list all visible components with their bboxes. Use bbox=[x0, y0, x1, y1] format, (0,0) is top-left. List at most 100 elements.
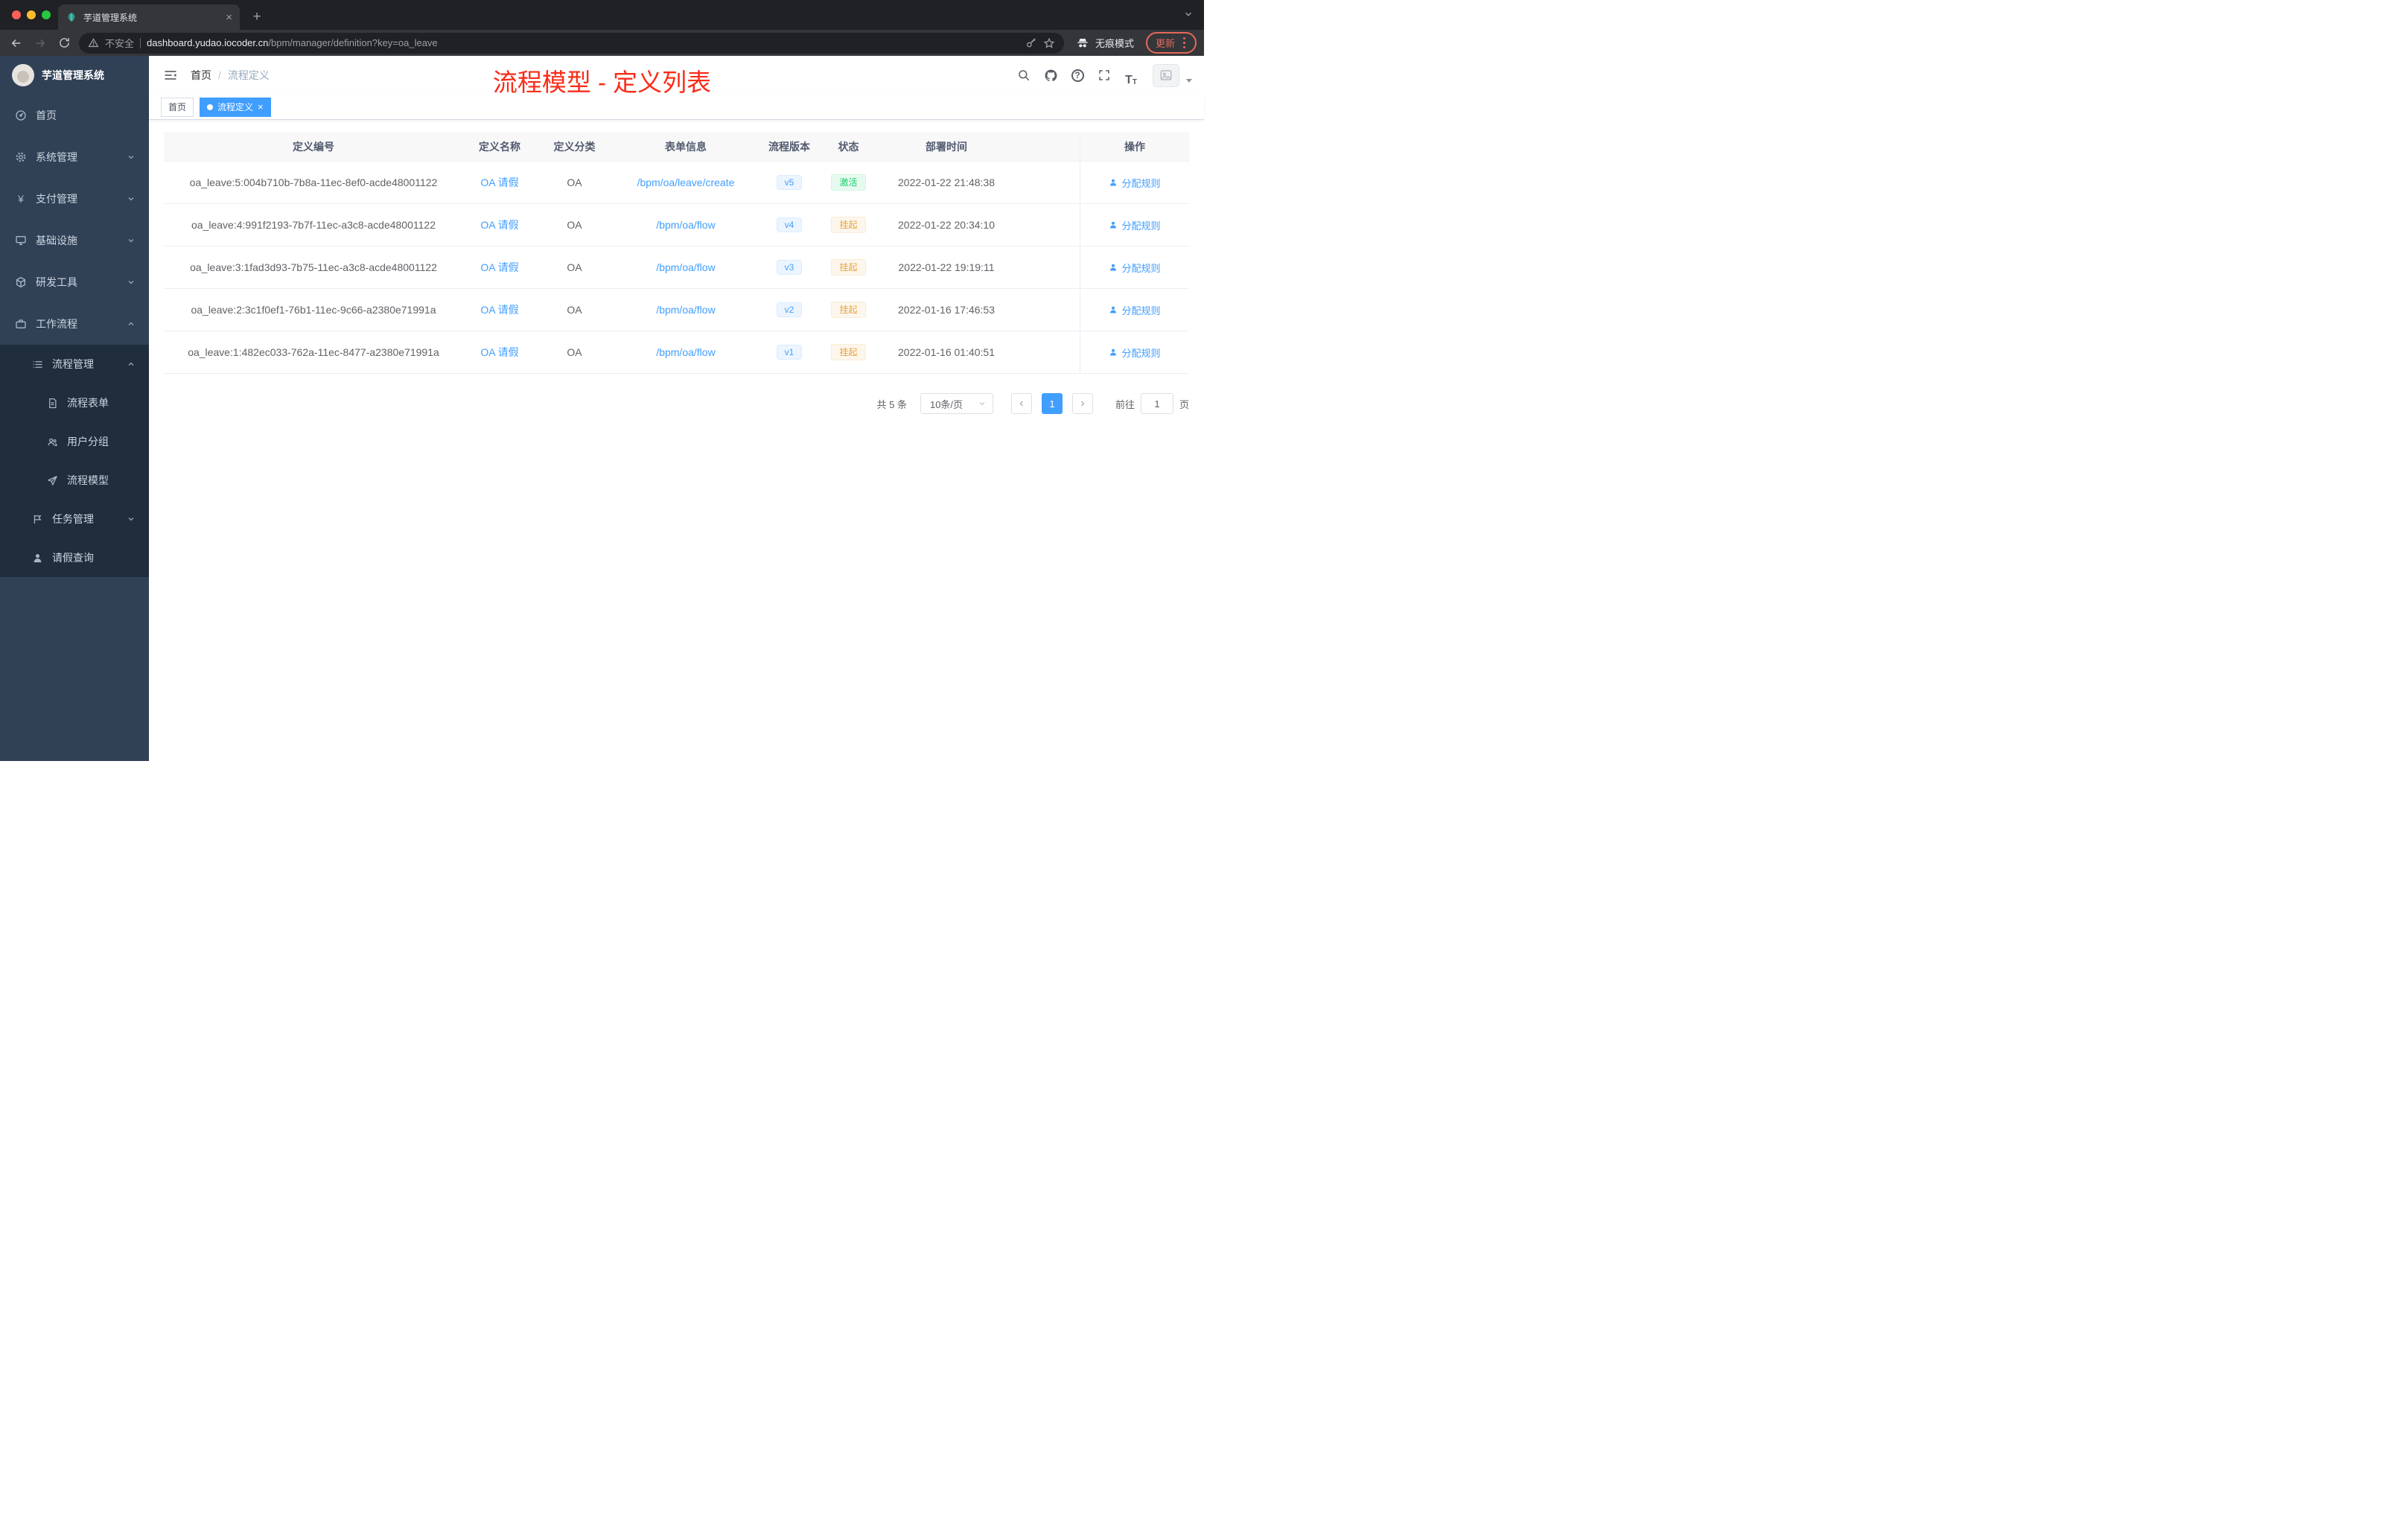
github-icon[interactable] bbox=[1039, 64, 1062, 86]
form-link[interactable]: /bpm/oa/flow bbox=[656, 261, 715, 273]
form-link[interactable]: /bpm/oa/leave/create bbox=[637, 176, 735, 188]
page-number-button[interactable]: 1 bbox=[1041, 393, 1063, 414]
column-header: 流程版本 bbox=[768, 140, 810, 153]
sidebar-item-label: 支付管理 bbox=[36, 193, 77, 205]
assign-rule-link[interactable]: 分配规则 bbox=[1109, 218, 1161, 232]
version-badge: v3 bbox=[776, 260, 803, 275]
reload-icon[interactable] bbox=[55, 34, 73, 52]
search-icon[interactable] bbox=[1013, 64, 1035, 86]
monitor-icon bbox=[15, 235, 27, 246]
chevron-down-icon bbox=[127, 153, 136, 162]
browser-address-bar: 不安全 dashboard.yudao.iocoder.cn/bpm/manag… bbox=[0, 30, 1204, 56]
sidebar-item-label: 流程表单 bbox=[67, 397, 109, 409]
active-dot bbox=[207, 104, 214, 110]
flag-icon bbox=[31, 513, 43, 525]
chevron-down-icon bbox=[978, 399, 987, 408]
password-key-icon[interactable] bbox=[1025, 37, 1037, 49]
yen-icon: ¥ bbox=[18, 193, 24, 205]
sidebar-item-process-management[interactable]: 流程管理 bbox=[0, 345, 149, 383]
prev-page-button[interactable] bbox=[1010, 393, 1032, 414]
content-area: 定义编号 定义名称 定义分类 表单信息 流程版本 状态 部署时间 操作 oa_l… bbox=[149, 120, 1204, 761]
definition-category: OA bbox=[567, 261, 582, 273]
breadcrumb-separator: / bbox=[218, 69, 221, 81]
help-icon[interactable]: ? bbox=[1066, 64, 1089, 86]
sidebar-item-user-group[interactable]: 用户分组 bbox=[0, 422, 149, 461]
next-page-button[interactable] bbox=[1071, 393, 1093, 414]
workflow-submenu: 流程管理 流程表单 用户分组 流程模型 任务管理 请假查询 bbox=[0, 345, 149, 577]
column-header: 状态 bbox=[838, 140, 859, 153]
fullscreen-icon[interactable] bbox=[1093, 64, 1115, 86]
new-tab-button[interactable]: + bbox=[247, 7, 267, 27]
sidebar-item-devtools[interactable]: 研发工具 bbox=[0, 261, 149, 303]
bookmark-star-icon[interactable] bbox=[1043, 37, 1055, 49]
gear-icon bbox=[15, 151, 27, 163]
form-link[interactable]: /bpm/oa/flow bbox=[656, 304, 715, 316]
deploy-time: 2022-01-22 20:34:10 bbox=[898, 219, 995, 231]
definition-category: OA bbox=[567, 346, 582, 358]
main-area: 首页 / 流程定义 ? TT 首页 流程定义 × 定义编号 定义名称 定义分类 … bbox=[149, 56, 1204, 761]
sidebar-item-label: 研发工具 bbox=[36, 276, 77, 288]
goto-label: 前往 bbox=[1115, 398, 1135, 410]
tag-home[interactable]: 首页 bbox=[161, 97, 194, 117]
chrome-update-button[interactable]: 更新 bbox=[1145, 32, 1197, 54]
sidebar-menu: 首页 系统管理 ¥ 支付管理 基础设施 研发工具 工作流程 流程管理 流程表单 … bbox=[0, 95, 149, 577]
definition-name-link[interactable]: OA 请假 bbox=[480, 302, 518, 317]
assign-rule-link[interactable]: 分配规则 bbox=[1109, 176, 1161, 190]
sidebar-item-process-model[interactable]: 流程模型 bbox=[0, 461, 149, 500]
sidebar-item-label: 请假查询 bbox=[52, 552, 94, 564]
sidebar-item-task-management[interactable]: 任务管理 bbox=[0, 500, 149, 538]
assign-rule-link[interactable]: 分配规则 bbox=[1109, 261, 1161, 275]
form-link[interactable]: /bpm/oa/flow bbox=[656, 346, 715, 358]
status-badge: 挂起 bbox=[831, 302, 866, 318]
definition-name-link[interactable]: OA 请假 bbox=[480, 217, 518, 232]
pagination: 共 5 条 10条/页 1 前往 1 页 bbox=[164, 393, 1189, 414]
sidebar-toggle-icon[interactable] bbox=[161, 66, 180, 85]
zoom-window-button[interactable] bbox=[42, 10, 51, 19]
tag-process-definition[interactable]: 流程定义 × bbox=[200, 97, 271, 117]
definition-name-link[interactable]: OA 请假 bbox=[480, 175, 518, 190]
list-icon bbox=[31, 358, 43, 370]
assign-rule-link[interactable]: 分配规则 bbox=[1109, 346, 1161, 360]
page-goto-input[interactable] bbox=[1140, 393, 1173, 414]
back-icon[interactable] bbox=[7, 34, 25, 52]
tab-title: 芋道管理系统 bbox=[83, 12, 138, 23]
assign-rule-link[interactable]: 分配规则 bbox=[1109, 303, 1161, 317]
definition-name-link[interactable]: OA 请假 bbox=[480, 345, 518, 360]
logo-avatar-image bbox=[12, 64, 34, 86]
sidebar-item-home[interactable]: 首页 bbox=[0, 95, 149, 136]
tab-search-icon[interactable] bbox=[1183, 9, 1194, 19]
briefcase-icon bbox=[15, 318, 27, 330]
forward-icon[interactable] bbox=[31, 34, 49, 52]
column-header: 定义名称 bbox=[479, 140, 520, 153]
url-path: /bpm/manager/definition?key=oa_leave bbox=[268, 37, 438, 48]
sidebar-item-infrastructure[interactable]: 基础设施 bbox=[0, 220, 149, 261]
breadcrumb-home[interactable]: 首页 bbox=[191, 68, 211, 83]
page-size-select[interactable]: 10条/页 bbox=[920, 393, 993, 414]
toolbox-icon bbox=[15, 276, 27, 288]
url-omnibox[interactable]: 不安全 dashboard.yudao.iocoder.cn/bpm/manag… bbox=[79, 32, 1064, 54]
avatar-caret-icon[interactable] bbox=[1186, 78, 1192, 83]
sidebar-item-payment[interactable]: ¥ 支付管理 bbox=[0, 178, 149, 220]
definition-category: OA bbox=[567, 219, 582, 231]
browser-menu-icon[interactable] bbox=[1183, 42, 1185, 44]
close-window-button[interactable] bbox=[12, 10, 21, 19]
tag-close-icon[interactable]: × bbox=[258, 102, 264, 112]
sidebar-item-system[interactable]: 系统管理 bbox=[0, 136, 149, 178]
goto-page-group: 前往 页 bbox=[1115, 393, 1189, 414]
font-size-icon[interactable]: TT bbox=[1120, 64, 1142, 86]
table-row: oa_leave:3:1fad3d93-7b75-11ec-a3c8-acde4… bbox=[164, 246, 1189, 289]
sidebar-item-workflow[interactable]: 工作流程 bbox=[0, 303, 149, 345]
definition-name-link[interactable]: OA 请假 bbox=[480, 260, 518, 275]
window-controls bbox=[12, 10, 51, 19]
form-link[interactable]: /bpm/oa/flow bbox=[656, 219, 715, 231]
tag-label: 流程定义 bbox=[217, 102, 254, 112]
sidebar-item-leave-query[interactable]: 请假查询 bbox=[0, 538, 149, 577]
user-icon bbox=[1110, 264, 1117, 271]
sidebar-item-process-form[interactable]: 流程表单 bbox=[0, 383, 149, 422]
definition-category: OA bbox=[567, 176, 582, 188]
minimize-window-button[interactable] bbox=[27, 10, 36, 19]
tab-close-icon[interactable]: × bbox=[226, 12, 232, 23]
user-avatar[interactable] bbox=[1153, 63, 1179, 87]
incognito-icon bbox=[1076, 36, 1089, 50]
browser-tab[interactable]: 芋道管理系统 × bbox=[58, 4, 240, 30]
